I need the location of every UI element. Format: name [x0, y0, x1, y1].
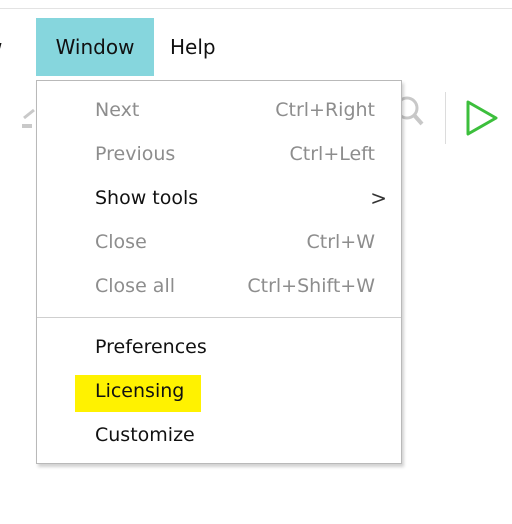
menu-item-customize[interactable]: Customize: [37, 413, 401, 457]
menu-item-label: Preferences: [95, 336, 207, 358]
menu-item-close[interactable]: Close Ctrl+W: [37, 220, 401, 264]
menu-item-label: Next: [95, 99, 140, 121]
menu-window[interactable]: Window: [36, 18, 154, 76]
menu-item-label: Close all: [95, 275, 175, 297]
menu-item-shortcut: Ctrl+Shift+W: [247, 275, 375, 297]
menu-item-label: Close: [95, 231, 147, 253]
menu-item-shortcut: Ctrl+Right: [275, 99, 375, 121]
menu-item-licensing[interactable]: Licensing: [37, 369, 401, 413]
menu-view-partial[interactable]: w: [0, 18, 18, 76]
menu-item-preferences[interactable]: Preferences: [37, 325, 401, 369]
menu-separator: [37, 317, 401, 318]
top-border: [0, 8, 512, 9]
menu-item-label: Licensing: [95, 380, 185, 402]
menu-item-close-all[interactable]: Close all Ctrl+Shift+W: [37, 264, 401, 308]
menu-item-shortcut: Ctrl+Left: [289, 143, 375, 165]
menu-bar: w Window Help: [0, 18, 512, 76]
submenu-arrow-icon: >: [370, 186, 387, 210]
menu-item-show-tools[interactable]: Show tools >: [37, 176, 401, 220]
menu-item-next[interactable]: Next Ctrl+Right: [37, 88, 401, 132]
menu-item-label: Show tools: [95, 187, 199, 209]
menu-help[interactable]: Help: [170, 18, 230, 76]
menu-item-previous[interactable]: Previous Ctrl+Left: [37, 132, 401, 176]
menu-item-label: Customize: [95, 424, 195, 446]
menu-item-shortcut: Ctrl+W: [306, 231, 375, 253]
window-menu-dropdown: Next Ctrl+Right Previous Ctrl+Left Show …: [36, 80, 402, 464]
menu-item-label: Previous: [95, 143, 176, 165]
run-play-icon[interactable]: [462, 98, 502, 138]
toolbar-separator: [445, 92, 446, 144]
